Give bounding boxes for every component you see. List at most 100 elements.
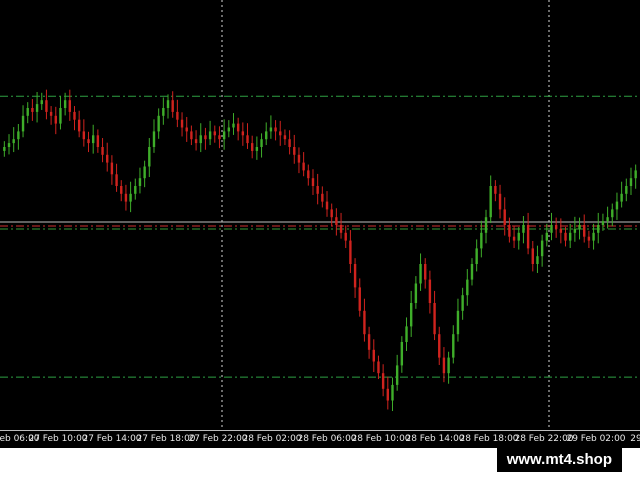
candle-body-73 xyxy=(344,232,347,241)
candle-body-32 xyxy=(152,131,156,147)
candle-body-25 xyxy=(120,186,123,194)
candle-body-62 xyxy=(293,147,296,155)
time-tick-label: 27 Feb 10:00 xyxy=(28,434,88,444)
candle-body-126 xyxy=(592,232,595,241)
candle-body-51 xyxy=(241,131,245,136)
candle-body-98 xyxy=(461,295,464,311)
candle-body-8 xyxy=(40,100,43,105)
candle-body-105 xyxy=(494,186,497,194)
candle-body-134 xyxy=(629,178,633,186)
time-tick-label: 28 Feb 02:00 xyxy=(242,434,302,444)
candle-body-38 xyxy=(180,119,184,128)
candle-body-97 xyxy=(456,310,460,335)
candle-body-35 xyxy=(166,100,170,108)
candle-body-37 xyxy=(176,111,179,120)
candle-body-7 xyxy=(35,104,39,112)
candle-body-52 xyxy=(246,135,249,144)
candle-body-85 xyxy=(400,342,404,366)
time-tick-label: 27 Feb 14:00 xyxy=(82,434,142,444)
time-tick-label: 28 Feb 18:00 xyxy=(459,434,519,444)
candle-body-104 xyxy=(489,186,492,218)
candle-body-113 xyxy=(531,248,534,264)
candle-body-58 xyxy=(274,127,277,132)
candle-body-9 xyxy=(45,100,48,112)
candle-body-80 xyxy=(377,361,380,374)
candle-body-30 xyxy=(143,166,146,179)
candle-body-15 xyxy=(73,111,76,120)
candle-body-88 xyxy=(414,283,418,303)
candle-body-11 xyxy=(54,115,57,124)
candle-body-130 xyxy=(611,209,614,218)
candle-layer xyxy=(3,89,637,412)
candle-body-6 xyxy=(31,108,34,112)
candle-body-39 xyxy=(185,127,188,132)
candle-body-118 xyxy=(554,225,558,229)
candle-body-95 xyxy=(447,357,450,374)
candle-body-135 xyxy=(634,170,637,179)
candle-body-41 xyxy=(194,139,198,144)
candle-body-82 xyxy=(386,388,390,401)
candle-body-48 xyxy=(227,127,231,132)
candle-body-23 xyxy=(110,162,114,175)
candle-body-65 xyxy=(307,170,310,179)
candle-body-12 xyxy=(59,108,62,124)
candle-body-57 xyxy=(269,127,273,132)
candle-body-45 xyxy=(213,131,216,136)
candle-body-115 xyxy=(540,240,544,257)
candle-body-21 xyxy=(101,147,104,155)
candle-body-94 xyxy=(442,357,446,374)
candle-body-36 xyxy=(171,100,174,112)
candle-body-116 xyxy=(545,232,549,241)
time-tick-label: 29 xyxy=(630,434,640,444)
candle-body-108 xyxy=(508,225,511,237)
candle-body-74 xyxy=(349,240,352,264)
candle-body-92 xyxy=(433,303,436,335)
candle-body-2 xyxy=(12,139,15,144)
candle-body-59 xyxy=(279,131,282,136)
candle-body-107 xyxy=(503,209,506,225)
candle-body-99 xyxy=(466,279,469,296)
candle-body-114 xyxy=(536,256,539,264)
candle-body-84 xyxy=(395,365,399,385)
candle-body-33 xyxy=(157,115,160,132)
candle-body-70 xyxy=(330,209,333,218)
candle-body-100 xyxy=(470,264,474,280)
candle-body-60 xyxy=(283,135,287,140)
candle-body-28 xyxy=(134,186,137,194)
candle-body-50 xyxy=(236,123,240,132)
candle-body-44 xyxy=(208,131,212,140)
candle-body-26 xyxy=(124,193,128,202)
candle-body-1 xyxy=(7,143,11,147)
candle-body-91 xyxy=(428,279,432,303)
time-tick-label: 28 Feb 22:00 xyxy=(514,434,574,444)
candle-body-14 xyxy=(68,100,72,112)
candle-body-112 xyxy=(526,225,530,249)
candle-body-0 xyxy=(3,147,6,151)
candle-body-42 xyxy=(199,135,202,144)
candle-body-81 xyxy=(381,373,385,389)
candle-body-69 xyxy=(325,201,329,210)
candle-body-4 xyxy=(21,115,25,132)
candle-body-124 xyxy=(583,225,586,237)
candle-body-106 xyxy=(498,193,502,210)
candle-body-64 xyxy=(302,162,305,171)
watermark: www.mt4.shop xyxy=(496,448,622,472)
candle-body-133 xyxy=(625,186,628,194)
candle-body-17 xyxy=(82,131,86,140)
time-tick-label: 27 Feb 18:00 xyxy=(136,434,196,444)
candle-body-47 xyxy=(222,131,226,140)
candle-body-66 xyxy=(311,178,315,186)
candle-body-121 xyxy=(568,232,572,241)
candle-body-119 xyxy=(559,228,563,233)
candle-body-96 xyxy=(452,334,455,358)
candle-body-19 xyxy=(91,135,95,144)
candle-body-49 xyxy=(232,123,235,128)
candle-body-22 xyxy=(106,154,109,163)
candle-body-77 xyxy=(363,310,366,335)
candle-body-75 xyxy=(353,264,357,288)
candle-body-76 xyxy=(358,287,361,311)
candle-body-63 xyxy=(297,154,301,163)
candle-body-109 xyxy=(512,236,516,241)
price-plot[interactable] xyxy=(0,0,640,430)
candle-body-55 xyxy=(260,139,263,147)
